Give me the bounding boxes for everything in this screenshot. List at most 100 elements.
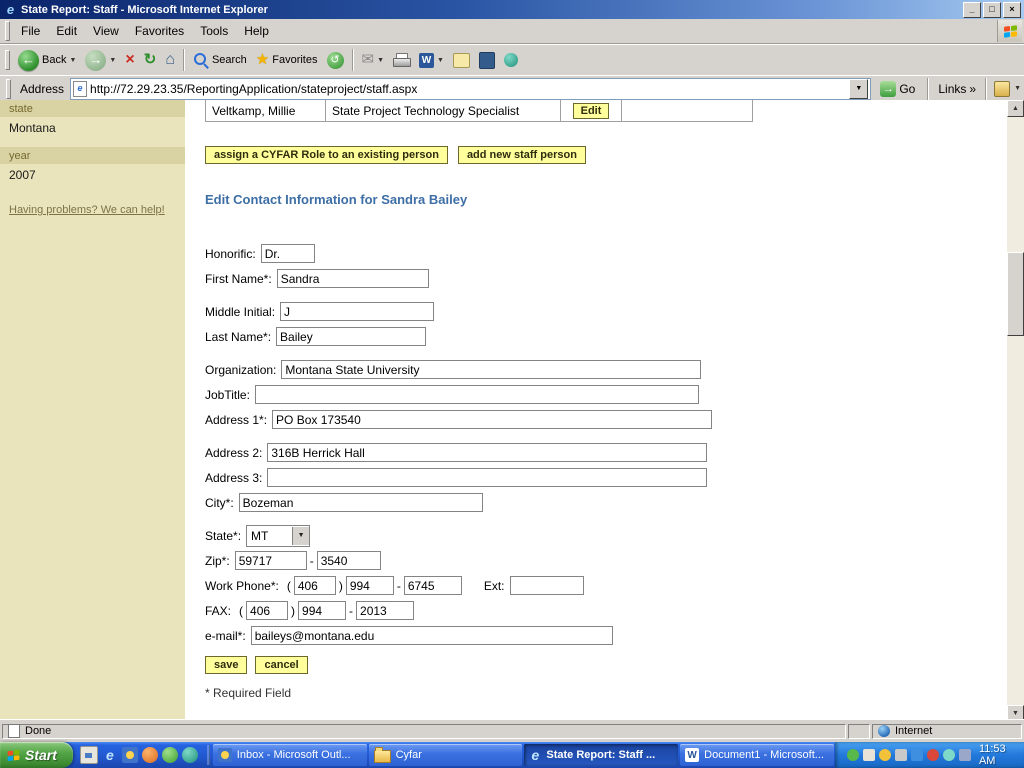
edit-with-word-button[interactable]: W ▼ <box>415 51 448 70</box>
quicklaunch-msn-icon[interactable] <box>162 747 178 763</box>
menu-tools[interactable]: Tools <box>192 20 236 42</box>
back-dropdown-chevron[interactable]: ▼ <box>69 57 76 64</box>
email-field[interactable] <box>251 626 613 645</box>
organization-field[interactable] <box>281 360 701 379</box>
save-button[interactable]: save <box>205 656 247 674</box>
last-name-field[interactable] <box>276 327 426 346</box>
links-chevrons-icon[interactable]: » <box>969 82 976 96</box>
task-button-cyfar-folder[interactable]: Cyfar <box>369 744 523 766</box>
close-button[interactable]: × <box>1003 2 1021 18</box>
start-button[interactable]: Start <box>0 742 73 768</box>
quicklaunch-media-player-icon[interactable] <box>142 747 158 763</box>
ext-label: Ext: <box>484 579 505 593</box>
maximize-button[interactable]: □ <box>983 2 1001 18</box>
help-link[interactable]: Having problems? We can help! <box>9 204 176 216</box>
task-button-word-document[interactable]: W Document1 - Microsoft... <box>680 744 834 766</box>
address2-field[interactable] <box>267 443 707 462</box>
staff-table-row: Veltkamp, Millie State Project Technolog… <box>205 100 753 122</box>
work-phone-line-field[interactable] <box>404 576 462 595</box>
links-overflow-icon[interactable] <box>994 81 1010 97</box>
fax-row: FAX: ( ) - <box>205 600 1007 621</box>
forward-dropdown-chevron[interactable]: ▼ <box>109 57 116 64</box>
city-label: City*: <box>205 496 234 510</box>
state-select[interactable]: MT ▼ <box>246 525 310 547</box>
first-name-field[interactable] <box>277 269 429 288</box>
refresh-button[interactable]: ↻ <box>140 50 161 70</box>
menu-help[interactable]: Help <box>236 20 277 42</box>
city-field[interactable] <box>239 493 483 512</box>
task-button-state-report[interactable]: e State Report: Staff ... <box>524 744 678 766</box>
back-button[interactable]: ← Back ▼ <box>14 48 80 73</box>
favorites-button[interactable]: ★ Favorites <box>252 50 322 70</box>
links-toolbar: Links » <box>936 82 978 96</box>
addressbar-grip[interactable] <box>6 79 11 99</box>
required-field-note: * Required Field <box>205 686 1007 700</box>
taskbar-separator <box>207 745 210 765</box>
fax-area-field[interactable] <box>246 601 288 620</box>
toolbar-separator <box>352 49 354 71</box>
toolbar-grip[interactable] <box>5 50 10 70</box>
fax-line-field[interactable] <box>356 601 414 620</box>
tray-messenger-icon[interactable] <box>943 749 955 761</box>
home-button[interactable]: ⌂ <box>161 50 179 70</box>
edit-dropdown-chevron[interactable]: ▼ <box>437 57 444 64</box>
address3-label: Address 3: <box>205 471 262 485</box>
address3-field[interactable] <box>267 468 707 487</box>
tray-volume-icon[interactable] <box>895 749 907 761</box>
forward-icon: → <box>85 50 106 71</box>
address-input[interactable] <box>90 81 846 97</box>
tray-network-icon[interactable] <box>911 749 923 761</box>
quicklaunch-outlook-icon[interactable] <box>122 747 138 763</box>
fax-prefix-field[interactable] <box>298 601 346 620</box>
edit-button[interactable]: Edit <box>573 103 610 119</box>
taskbar-clock[interactable]: 11:53 AM <box>979 743 1015 767</box>
tray-display-icon[interactable] <box>863 749 875 761</box>
address-dropdown-chevron[interactable]: ▼ <box>849 79 868 99</box>
menu-view[interactable]: View <box>85 20 127 42</box>
tray-power-icon[interactable] <box>959 749 971 761</box>
forward-button[interactable]: → ▼ <box>81 48 120 73</box>
menu-file[interactable]: File <box>13 20 48 42</box>
add-new-staff-button[interactable]: add new staff person <box>458 146 586 164</box>
go-button[interactable]: → Go <box>875 80 920 98</box>
work-phone-prefix-field[interactable] <box>346 576 394 595</box>
assign-cyfar-role-button[interactable]: assign a CYFAR Role to an existing perso… <box>205 146 448 164</box>
stop-button[interactable]: × <box>121 50 138 70</box>
tray-update-icon[interactable] <box>879 749 891 761</box>
task-button-outlook[interactable]: Inbox - Microsoft Outl... <box>213 744 367 766</box>
zip-dash: - <box>310 554 314 568</box>
ie-window-icon: e <box>3 2 18 17</box>
discuss-button[interactable] <box>449 51 474 70</box>
quicklaunch-show-desktop-icon[interactable] <box>80 746 98 764</box>
mail-button[interactable]: ✉ ▼ <box>358 50 389 70</box>
print-button[interactable] <box>389 51 414 69</box>
cancel-button[interactable]: cancel <box>255 656 307 674</box>
job-title-field[interactable] <box>255 385 699 404</box>
window-controls: _ □ × <box>963 2 1021 18</box>
menu-edit[interactable]: Edit <box>48 20 85 42</box>
quicklaunch-ie-icon[interactable]: e <box>102 747 118 763</box>
zip-field[interactable] <box>235 551 307 570</box>
menu-favorites[interactable]: Favorites <box>127 20 192 42</box>
ext-field[interactable] <box>510 576 584 595</box>
scroll-up-button[interactable]: ▲ <box>1007 100 1024 117</box>
search-button[interactable]: Search <box>189 50 251 70</box>
minimize-button[interactable]: _ <box>963 2 981 18</box>
history-button[interactable]: ↺ <box>323 50 348 71</box>
tray-antivirus-icon[interactable] <box>847 749 859 761</box>
middle-initial-field[interactable] <box>280 302 434 321</box>
mail-dropdown-chevron[interactable]: ▼ <box>377 57 384 64</box>
work-phone-area-field[interactable] <box>294 576 336 595</box>
messenger-button[interactable] <box>500 51 522 69</box>
menubar-grip[interactable] <box>5 21 10 41</box>
tray-security-icon[interactable] <box>927 749 939 761</box>
links-dropdown-chevron[interactable]: ▼ <box>1014 85 1021 92</box>
go-label: Go <box>899 82 915 96</box>
research-button[interactable] <box>475 50 499 71</box>
honorific-field[interactable] <box>261 244 315 263</box>
vertical-scrollbar[interactable]: ▲ ▼ <box>1007 100 1024 722</box>
address1-field[interactable] <box>272 410 712 429</box>
scrollbar-thumb[interactable] <box>1007 252 1024 336</box>
quicklaunch-messenger-icon[interactable] <box>182 747 198 763</box>
zip-plus4-field[interactable] <box>317 551 381 570</box>
